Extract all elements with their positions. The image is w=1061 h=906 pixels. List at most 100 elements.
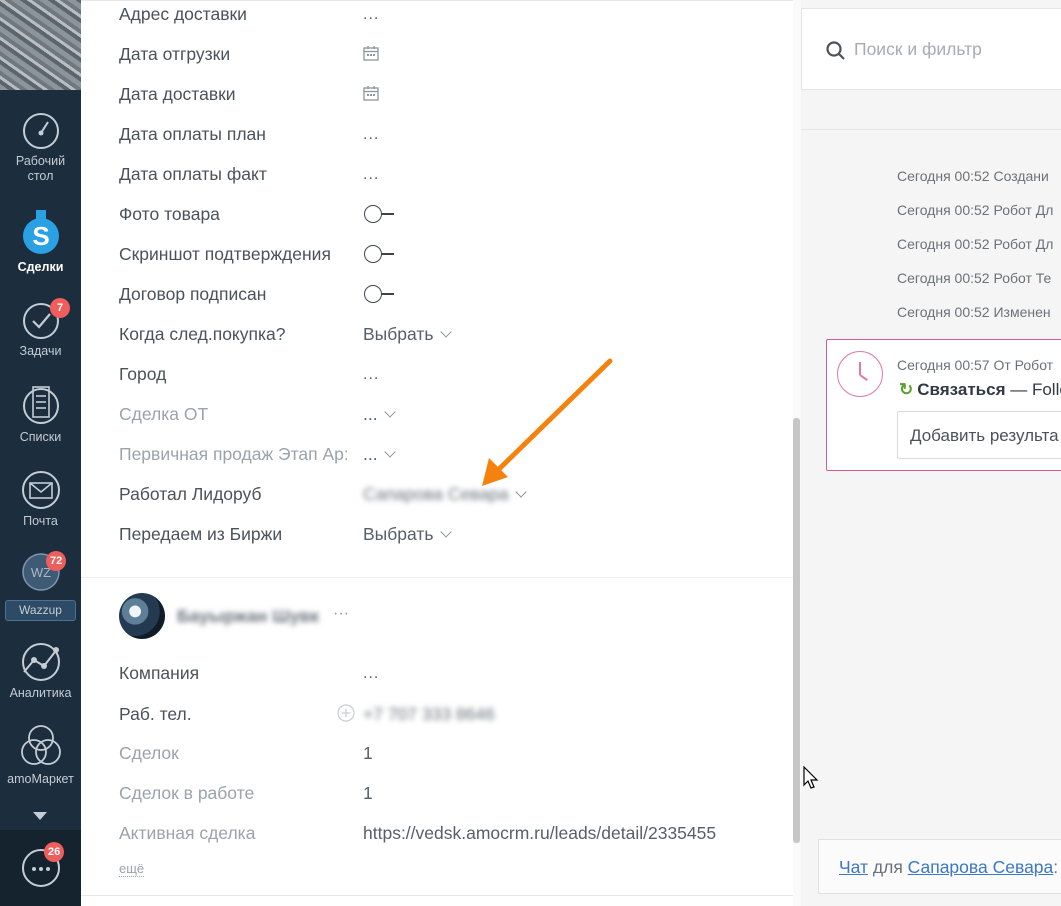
nav-label: Списки <box>19 430 62 444</box>
nav-item-analytics[interactable]: Аналитика <box>0 642 81 701</box>
feed-event: Сегодня 00:52 Робот Дл <box>897 202 1054 218</box>
field-value-city[interactable]: ... <box>363 366 379 384</box>
nav-item-mail[interactable]: Почта <box>0 470 81 529</box>
feed-event: Сегодня 00:52 Изменен <box>897 304 1051 320</box>
confirmation-screenshot-toggle[interactable] <box>364 245 396 263</box>
nav-chat-area: 26 <box>0 830 81 906</box>
contact-value-deals-in-progress: 1 <box>363 783 373 803</box>
field-label-payment-plan: Дата оплаты план <box>119 124 266 144</box>
left-nav: Рабочий стол S Сделки Задачи 7 Списки По… <box>0 0 81 906</box>
field-label-city: Город <box>119 364 167 384</box>
task-card: Сегодня 00:57 От Робот ↻ Связаться — Foll… <box>826 339 1061 471</box>
contact-label-active-deal: Активная сделка <box>119 823 256 843</box>
next-purchase-select[interactable]: Выбрать <box>363 324 452 345</box>
feed-panel: Поиск и фильтр Сегодня 00:52 Создани Сег… <box>801 0 1061 906</box>
field-value-payment-plan[interactable]: ... <box>363 126 379 144</box>
search-placeholder: Поиск и фильтр <box>854 39 982 59</box>
field-label-payment-fact: Дата оплаты факт <box>119 164 267 184</box>
svg-text:S: S <box>32 221 49 251</box>
task-result-placeholder: Добавить результа <box>910 426 1059 445</box>
chevron-down-icon[interactable] <box>33 812 47 821</box>
select-value: Выбрать <box>363 324 434 344</box>
primary-sale-stage-select[interactable]: ... <box>363 444 396 465</box>
lead-card: Адрес доставки ... Дата отгрузки Дата до… <box>81 0 793 906</box>
transfer-from-exchange-select[interactable]: Выбрать <box>363 524 452 545</box>
contract-signed-toggle[interactable] <box>364 285 396 303</box>
chat-recipient-link[interactable]: Сапарова Севара <box>908 857 1054 877</box>
field-label-worked-lidorub: Работал Лидоруб <box>119 484 262 504</box>
chat-for-text: для <box>868 857 908 877</box>
chevron-down-icon <box>383 446 396 458</box>
task-text: — Follo <box>1010 380 1061 399</box>
task-meta: Сегодня 00:57 От Робот <box>897 357 1054 373</box>
field-value-payment-fact[interactable]: ... <box>363 166 379 184</box>
contact-label-company: Компания <box>119 663 200 683</box>
contact-value-deals: 1 <box>363 743 373 763</box>
more-fields-link[interactable]: ещё <box>119 861 145 877</box>
field-label-shipment-date: Дата отгрузки <box>119 44 231 64</box>
contact-name[interactable]: Бауыржан Шувк <box>177 606 319 627</box>
calendar-icon[interactable] <box>363 45 379 61</box>
contact-value-company[interactable]: ... <box>363 665 379 683</box>
feed-separator <box>801 129 1061 130</box>
nav-label: amoМаркет <box>7 772 74 786</box>
nav-item-dashboard[interactable]: Рабочий стол <box>0 112 81 184</box>
field-label-primary-sale-stage: Первичная продаж Этап Ар: <box>119 444 347 464</box>
nav-item-leads[interactable]: S Сделки <box>0 210 81 275</box>
task-result-input[interactable]: Добавить результа <box>897 411 1061 459</box>
task-type: Связаться <box>917 380 1006 399</box>
bottom-divider <box>81 895 793 896</box>
feed-event: Сегодня 00:52 Создани <box>897 168 1049 184</box>
task-title[interactable]: ↻Связаться — Follo <box>899 380 1061 400</box>
select-value: ... <box>363 444 378 464</box>
chat-composer[interactable]: Чат для Сапарова Севара: <box>818 839 1061 894</box>
field-value-delivery-address[interactable]: ... <box>363 6 379 24</box>
analytics-icon <box>21 643 60 681</box>
tasks-badge: 7 <box>50 298 70 318</box>
deal-from-select[interactable]: ... <box>363 404 396 425</box>
chevron-down-icon <box>439 526 452 538</box>
nav-item-amomarket[interactable]: amoМаркет <box>0 724 81 787</box>
contact-label-deals-in-progress: Сделок в работе <box>119 783 255 803</box>
field-label-transfer-from-exchange: Передаем из Биржи <box>119 524 283 544</box>
chevron-down-icon <box>439 326 452 338</box>
contact-value-work-phone[interactable]: +7 707 333 8646 <box>363 704 495 725</box>
contact-value-active-deal[interactable]: https://vedsk.amocrm.ru/leads/detail/233… <box>363 823 716 844</box>
field-label-delivery-address: Адрес доставки <box>119 4 247 24</box>
calendar-icon[interactable] <box>363 85 379 101</box>
add-phone-icon[interactable] <box>337 704 355 722</box>
contact-label-work-phone: Раб. тел. <box>119 704 192 724</box>
field-label-delivery-date: Дата доставки <box>119 84 236 104</box>
feed-event: Сегодня 00:52 Робот Дл <box>897 236 1054 252</box>
nav-label: стол <box>27 169 54 183</box>
scrollbar-thumb[interactable] <box>793 418 800 843</box>
field-label-confirmation-screenshot: Скриншот подтверждения <box>119 244 331 264</box>
select-value: Сапарова Севара <box>363 484 509 504</box>
nav-item-wazzup[interactable]: WZ <box>0 552 81 596</box>
section-divider <box>81 577 793 578</box>
contact-avatar[interactable] <box>119 593 165 639</box>
chat-link[interactable]: Чат <box>839 857 868 877</box>
select-value: Выбрать <box>363 524 434 544</box>
chevron-down-icon <box>514 486 527 498</box>
nav-label: Рабочий <box>15 154 66 168</box>
nav-item-lists[interactable]: Списки <box>0 384 81 445</box>
product-photo-toggle[interactable] <box>364 205 396 223</box>
contact-label-deals: Сделок <box>119 743 179 763</box>
top-divider <box>81 0 793 1</box>
nav-label: Аналитика <box>9 686 72 700</box>
nav-label: Задачи <box>19 344 62 358</box>
field-label-deal-from: Сделка ОТ <box>119 404 209 424</box>
field-label-next-purchase: Когда след.покупка? <box>119 324 286 344</box>
nav-label: Сделки <box>17 260 64 274</box>
clock-icon <box>837 351 883 397</box>
account-logo[interactable] <box>0 0 81 90</box>
contact-more-button[interactable]: ··· <box>333 605 349 623</box>
feed-event: Сегодня 00:52 Робот Те <box>897 270 1052 286</box>
wazzup-button[interactable]: Wazzup <box>5 600 76 621</box>
field-label-contract-signed: Договор подписан <box>119 284 267 304</box>
refresh-icon: ↻ <box>899 380 914 399</box>
worked-lidorub-select[interactable]: Сапарова Севара <box>363 484 527 505</box>
market-icon <box>20 725 61 765</box>
search-box[interactable]: Поиск и фильтр <box>801 8 1061 90</box>
